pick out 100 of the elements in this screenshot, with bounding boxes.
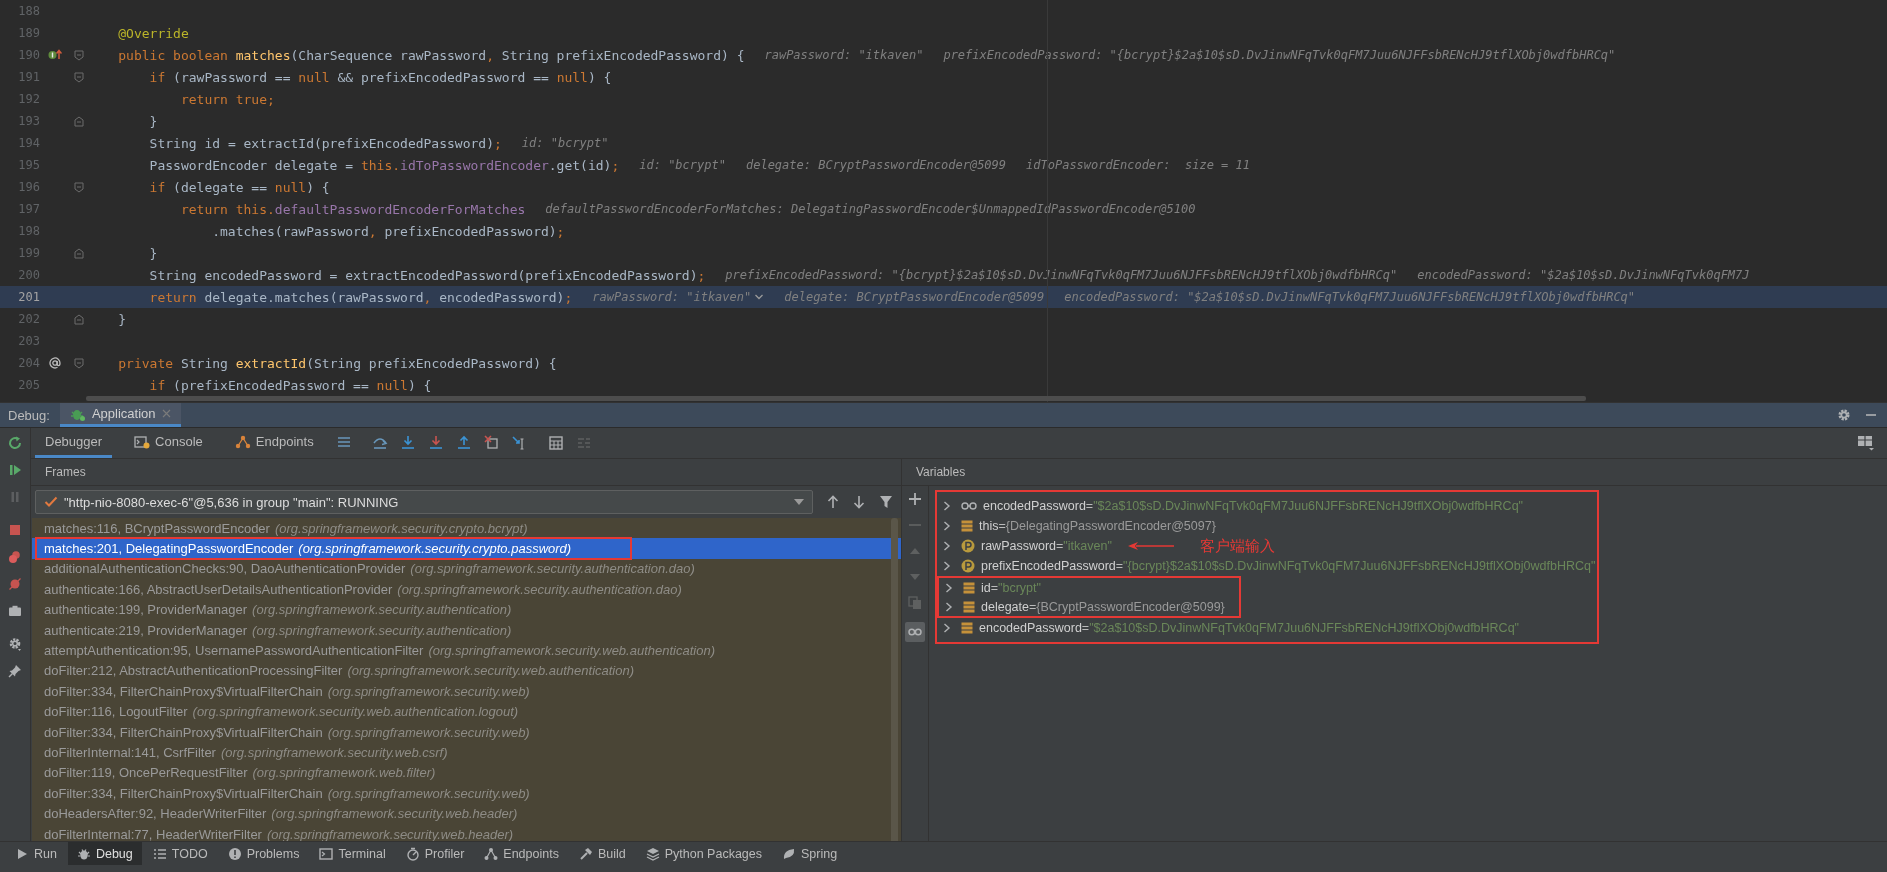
check-icon: [44, 496, 58, 508]
annotation-note: 客户端输入: [1199, 536, 1275, 556]
fold-marker-icon[interactable]: [73, 71, 84, 83]
code-line: }: [149, 245, 158, 261]
arrow-up-icon[interactable]: [827, 495, 839, 509]
horizontal-scrollbar[interactable]: [86, 396, 1586, 401]
frame-row[interactable]: doHeadersAfter:92, HeaderWriterFilter (org.springframework.security.web.header): [32, 803, 889, 824]
variable-entry[interactable]: encodedPassword="$2a$10$sD.DvJinwNFqTvk0qFM7Juu6NJFFsbRENcHJ9tflXObj0wdfbHRCq": [979, 621, 1520, 635]
line-number: 198: [18, 224, 40, 238]
layers-icon: [645, 846, 660, 861]
layout-icon[interactable]: [1857, 435, 1875, 451]
drop-frame-icon[interactable]: [483, 435, 500, 451]
tool-window-button[interactable]: TODO: [143, 842, 217, 865]
line-number: 190: [18, 48, 40, 62]
tool-window-button[interactable]: Problems: [218, 842, 309, 865]
frame-row[interactable]: matches:116, BCryptPasswordEncoder (org.springframework.security.crypto.bcrypt): [32, 518, 889, 539]
mute-breakpoints-icon[interactable]: [8, 577, 22, 591]
code-line: .matches(rawPassword, prefixEncodedPassword);: [212, 223, 565, 239]
filter-icon[interactable]: [879, 495, 893, 509]
variable-entry[interactable]: delegate={BCryptPasswordEncoder@5099}: [981, 599, 1225, 614]
close-icon[interactable]: [161, 409, 171, 418]
frame-location: doFilter:212, AbstractAuthenticationProcessingFilter: [44, 663, 343, 679]
at-sign-icon[interactable]: [49, 357, 61, 369]
code-line: }: [118, 311, 127, 327]
frame-row[interactable]: doFilter:119, OncePerRequestFilter (org.springframework.web.filter): [32, 762, 889, 784]
frame-package: (org.springframework.security.web): [327, 785, 530, 801]
inline-value-hint: encodedPassword: "$2a$10$sD.DvJinwNFqTvk0qFM7J: [1417, 268, 1750, 282]
variable-entry[interactable]: prefixEncodedPassword="{bcrypt}$2a$10$sD.DvJinwNFqTvk0qFM7Juu6NJFFsbRENcHJ9tflXObj0wdfbHRCq": [981, 559, 1596, 573]
line-number: 188: [18, 4, 40, 18]
pin-icon[interactable]: [8, 664, 22, 678]
settings-icon[interactable]: [8, 637, 22, 651]
tool-window-button[interactable]: Endpoints: [475, 842, 568, 865]
frame-package: (org.springframework.security.web.header): [266, 826, 514, 841]
glasses-icon[interactable]: [905, 622, 925, 642]
variable-entry[interactable]: rawPassword="itkaven": [981, 539, 1112, 553]
copy-icon[interactable]: [908, 596, 922, 610]
tool-window-button[interactable]: Spring: [773, 842, 847, 865]
arrow-down-icon[interactable]: [853, 495, 865, 509]
line-number: 202: [18, 312, 40, 326]
thread-dropdown[interactable]: "http-nio-8080-exec-6"@5,636 in group "main": RUNNING: [35, 490, 813, 514]
add-icon[interactable]: [908, 492, 922, 506]
arrow-left-icon: [1127, 541, 1174, 551]
variable-entry[interactable]: id="bcrypt": [981, 580, 1041, 595]
debugger-tab[interactable]: Endpoints: [224, 428, 324, 458]
chevron-down-icon[interactable]: [754, 293, 765, 301]
leaf-icon: [782, 846, 796, 861]
stop-icon[interactable]: [8, 523, 22, 537]
frame-package: (org.springframework.web.filter): [252, 765, 436, 781]
fold-marker-icon[interactable]: [73, 181, 84, 193]
frame-row[interactable]: authenticate:166, AbstractUserDetailsAuthenticationProvider (org.springframework.security.authentication.dao): [32, 579, 889, 600]
calculator-icon[interactable]: [547, 435, 564, 451]
override-marker-icon[interactable]: [48, 49, 62, 61]
tool-window-button[interactable]: Terminal: [310, 842, 395, 865]
frame-row[interactable]: doFilter:334, FilterChainProxy$VirtualFilterChain (org.springframework.security.web): [32, 783, 889, 804]
frame-row[interactable]: doFilterInternal:141, CsrfFilter (org.springframework.security.web.csrf): [32, 742, 889, 763]
tool-window-button[interactable]: Run: [6, 842, 66, 865]
camera-icon[interactable]: [8, 604, 22, 618]
variable-entry[interactable]: this={DelegatingPasswordEncoder@5097}: [979, 519, 1216, 533]
code-line: if (delegate == null) {: [149, 179, 330, 195]
frame-row[interactable]: attemptAuthentication:95, UsernamePasswordAuthenticationFilter (org.springframework.security.web.authentication): [32, 640, 889, 661]
frame-package: (org.springframework.security.authentication.dao): [410, 561, 695, 577]
vertical-scrollbar[interactable]: [891, 518, 898, 841]
frame-row[interactable]: authenticate:219, ProviderManager (org.springframework.security.authentication): [32, 619, 889, 641]
settings-icon[interactable]: [1837, 408, 1851, 422]
variable-entry[interactable]: encodedPassword="$2a$10$sD.DvJinwNFqTvk0qFM7Juu6NJFFsbRENcHJ9tflXObj0wdfbHRCq": [983, 499, 1524, 513]
line-number: 195: [18, 158, 40, 172]
tool-window-button[interactable]: Debug: [67, 842, 142, 865]
fold-marker-icon[interactable]: [73, 313, 84, 325]
fold-marker-icon[interactable]: [73, 357, 84, 369]
inline-value-hint: idToPasswordEncoder: size = 11: [1026, 158, 1250, 172]
breakpoints-icon[interactable]: [8, 550, 22, 564]
chevron-right-icon[interactable]: [945, 582, 953, 593]
fold-marker-icon[interactable]: [73, 247, 84, 259]
tool-window-button[interactable]: Profiler: [396, 842, 474, 865]
tool-window-button[interactable]: Build: [569, 842, 635, 865]
step-out-icon[interactable]: [455, 435, 472, 451]
fold-marker-icon[interactable]: [73, 49, 84, 61]
frame-row[interactable]: matches:201, DelegatingPasswordEncoder (org.springframework.security.crypto.password): [32, 538, 901, 559]
endpoints-icon: [234, 434, 251, 449]
tool-window-button[interactable]: Python Packages: [636, 842, 771, 865]
chevron-right-icon[interactable]: [945, 601, 953, 612]
line-number: 199: [18, 246, 40, 260]
session-tab[interactable]: Application: [59, 403, 181, 427]
debugger-tab[interactable]: Console: [124, 428, 213, 458]
rerun-icon[interactable]: [8, 436, 22, 450]
parameter-icon: [961, 559, 975, 573]
debugger-tab[interactable]: Debugger: [35, 428, 113, 458]
frame-row[interactable]: authenticate:199, ProviderManager (org.springframework.security.authentication): [32, 599, 889, 620]
frame-row[interactable]: doFilter:116, LogoutFilter (org.springframework.security.web.authentication.logout): [32, 701, 889, 722]
fold-marker-icon[interactable]: [73, 115, 84, 127]
force-step-into-icon[interactable]: [427, 435, 444, 451]
frame-row[interactable]: doFilter:334, FilterChainProxy$VirtualFilterChain (org.springframework.security.web): [32, 681, 889, 702]
frame-row[interactable]: doFilterInternal:77, HeaderWriterFilter (org.springframework.security.web.header): [32, 823, 889, 841]
step-over-icon[interactable]: [371, 435, 388, 451]
resume-icon[interactable]: [8, 463, 22, 477]
frame-row[interactable]: additionalAuthenticationChecks:90, DaoAuthenticationProvider (org.springframework.security.authentication.dao): [32, 558, 889, 580]
chevron-right-icon[interactable]: [943, 623, 951, 633]
frame-row[interactable]: doFilter:334, FilterChainProxy$VirtualFilterChain (org.springframework.security.web): [32, 721, 889, 743]
frame-row[interactable]: doFilter:212, AbstractAuthenticationProcessingFilter (org.springframework.security.web.authentication): [32, 660, 889, 682]
step-into-icon[interactable]: [399, 435, 416, 451]
